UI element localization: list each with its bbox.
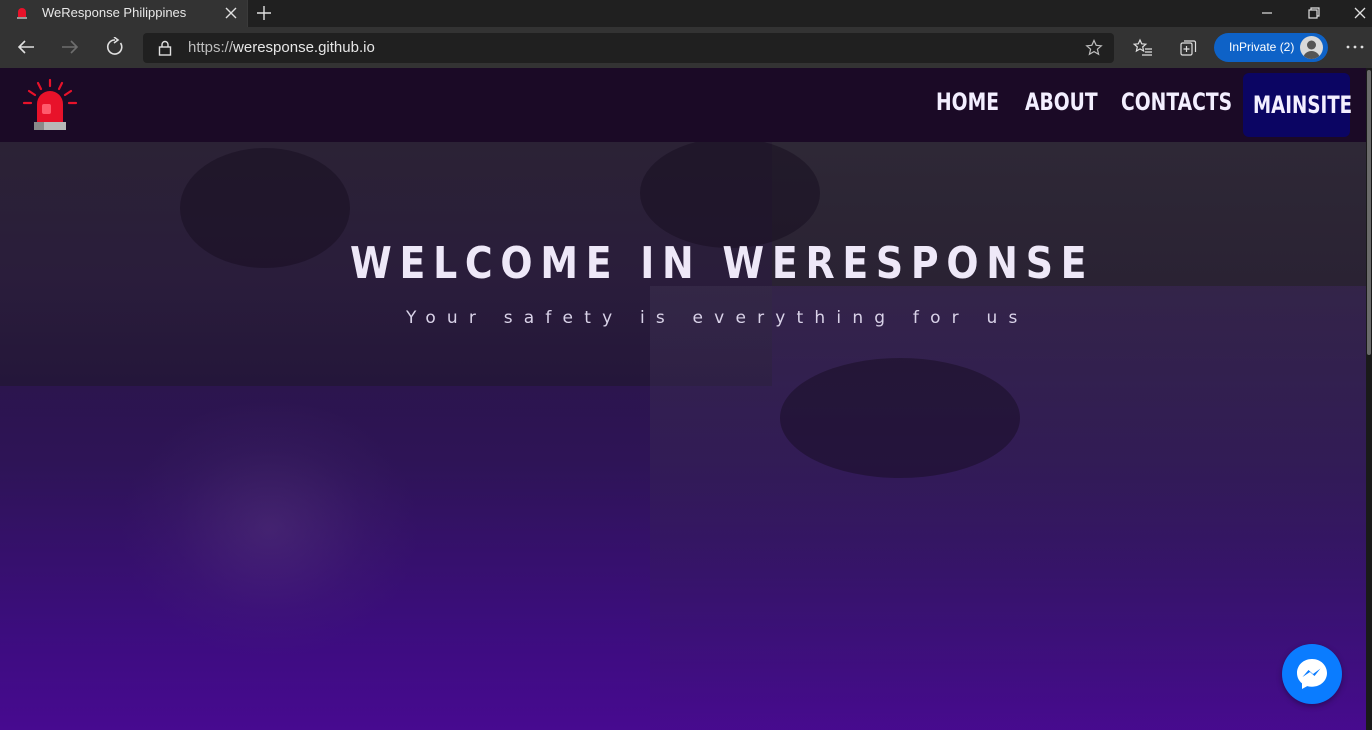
avatar [1300, 36, 1323, 59]
back-arrow-icon[interactable] [16, 37, 36, 57]
page-scrollbar-thumb[interactable] [1367, 70, 1371, 355]
close-tab-icon[interactable] [224, 6, 238, 20]
inprivate-label: InPrivate (2) [1229, 40, 1295, 54]
messenger-chat-button[interactable] [1282, 644, 1342, 704]
favorite-star-icon[interactable] [1085, 39, 1103, 57]
nav-contacts-link[interactable]: CONTACTS [1121, 85, 1232, 125]
url-scheme: https:// [188, 39, 234, 56]
hero-subtitle: Your safety is everything for us [406, 308, 1029, 328]
minimize-icon[interactable] [1258, 4, 1276, 22]
more-options-icon[interactable] [1345, 39, 1365, 55]
profile-person-icon [1303, 40, 1320, 59]
nav-home-link[interactable]: HOME [936, 85, 999, 125]
url-text[interactable]: https://weresponse.github.io [188, 39, 375, 56]
browser-toolbar: https://weresponse.github.io InPrivate (… [0, 27, 1372, 68]
new-tab-icon[interactable] [256, 5, 272, 21]
page-viewport: HOME ABOUT CONTACTS MAINSITE WELCOME IN … [0, 68, 1366, 730]
restore-icon[interactable] [1305, 4, 1323, 22]
favorites-list-icon[interactable] [1133, 38, 1153, 58]
browser-tab[interactable]: WeResponse Philippines [0, 0, 248, 27]
refresh-icon[interactable] [105, 37, 125, 57]
alarm-siren-logo-icon[interactable] [20, 78, 80, 134]
alarm-siren-icon [17, 8, 27, 19]
nav-mainsite-button[interactable]: MAINSITE [1243, 73, 1353, 137]
messenger-icon [1297, 659, 1327, 689]
hero-title: WELCOME IN WERESPONSE [350, 238, 1095, 289]
forward-arrow-icon[interactable] [60, 37, 80, 57]
url-host: weresponse.github.io [233, 39, 375, 56]
nav-about-link[interactable]: ABOUT [1025, 85, 1098, 125]
browser-tab-bar: WeResponse Philippines [0, 0, 1372, 27]
address-bar[interactable]: https://weresponse.github.io [143, 33, 1114, 63]
background-city-photo [650, 286, 1366, 730]
background-tree-shape [640, 138, 820, 248]
lock-icon[interactable] [157, 40, 173, 56]
tab-title: WeResponse Philippines [42, 5, 187, 20]
collections-icon[interactable] [1178, 38, 1198, 58]
inprivate-button[interactable]: InPrivate (2) [1214, 33, 1328, 62]
background-smoke-photo [120, 398, 420, 658]
nav-mainsite-label: MAINSITE [1253, 91, 1353, 119]
background-tree-shape [180, 148, 350, 268]
background-tree-shape [780, 358, 1020, 478]
site-header: HOME ABOUT CONTACTS MAINSITE [0, 68, 1366, 142]
close-window-icon[interactable] [1351, 4, 1369, 22]
